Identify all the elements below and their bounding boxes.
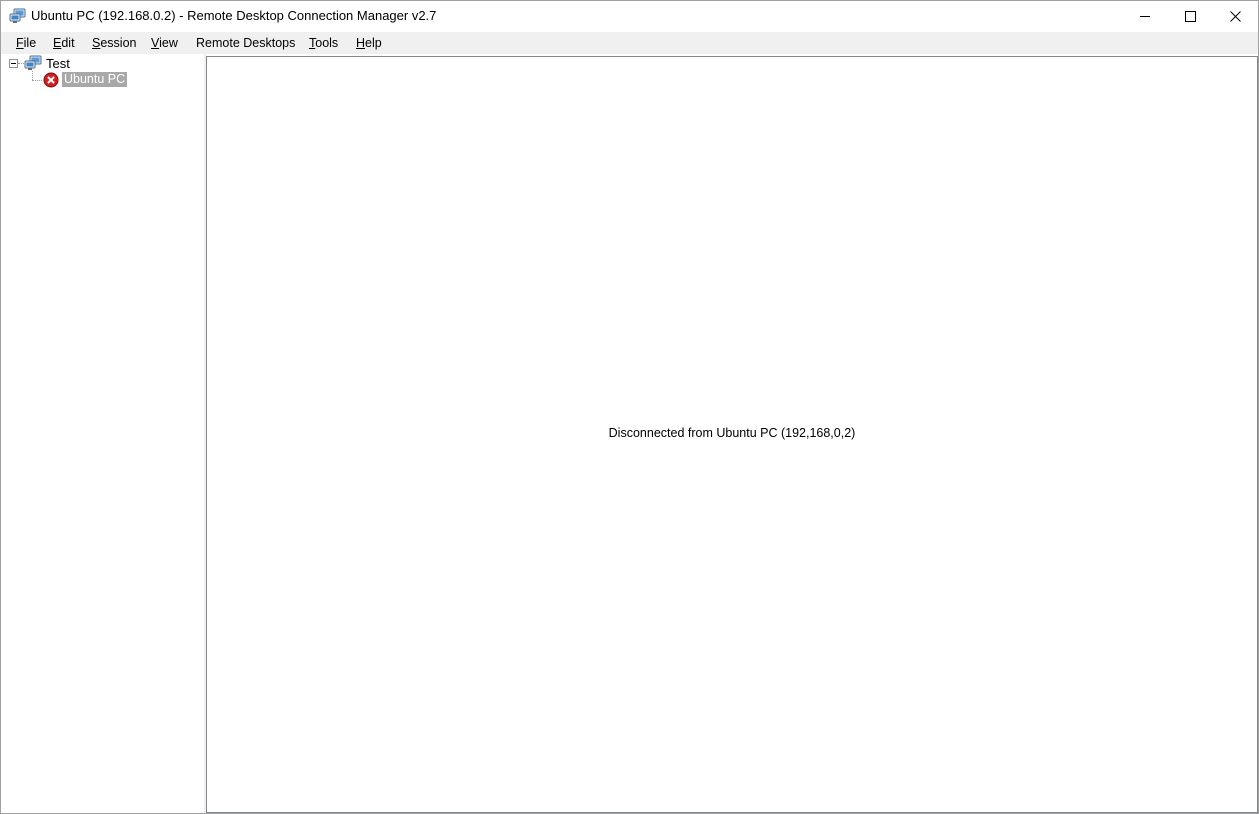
session-panel[interactable]: Disconnected from Ubuntu PC (192,168,0,2… [206,56,1258,813]
menu-file[interactable]: File [16,36,36,51]
menu-tools[interactable]: Tools [309,36,338,51]
minimize-button[interactable] [1122,1,1168,32]
rdcman-icon [9,8,26,23]
tree-connector-child [32,80,42,81]
title-bar[interactable]: Ubuntu PC (192.168.0.2) - Remote Desktop… [1,1,1258,32]
menu-help-accel: H [356,36,366,50]
menu-remote-desktops[interactable]: Remote Desktops [196,36,295,51]
tree-connector-vertical [32,71,33,80]
window-title: Ubuntu PC (192.168.0.2) - Remote Desktop… [31,8,437,23]
disconnected-error-icon[interactable] [43,72,59,88]
disconnected-status-message: Disconnected from Ubuntu PC (192,168,0,2… [608,426,856,440]
close-button[interactable] [1212,1,1258,32]
menu-bar: File Edit Session View Remote Desktops T… [1,32,1258,54]
server-tree[interactable] [1,54,204,813]
tree-group-test[interactable]: Test [46,56,70,71]
server-group-icon[interactable] [24,55,42,71]
menu-remote-desktops-label: Remote Desktops [196,36,296,50]
menu-view-accel: V [151,36,160,50]
menu-help-label: elp [365,36,382,50]
tree-server-ubuntu-pc[interactable]: Ubuntu PC [62,72,128,87]
menu-session[interactable]: Session [92,36,136,51]
menu-view-label: iew [159,36,178,50]
menu-session-label: ession [100,36,137,50]
collapse-toggle-icon[interactable] [9,59,18,68]
maximize-button[interactable] [1167,1,1213,32]
menu-file-label: ile [23,36,37,50]
app-window: Ubuntu PC (192.168.0.2) - Remote Desktop… [0,0,1259,814]
maximize-icon [1185,11,1196,22]
menu-edit-label: dit [61,36,75,50]
minimize-icon [1140,16,1150,17]
menu-view[interactable]: View [151,36,178,51]
menu-tools-label: ools [315,36,339,50]
menu-file-accel: F [16,36,24,50]
menu-edit[interactable]: Edit [53,36,75,51]
close-icon [1230,11,1241,22]
menu-help[interactable]: Help [356,36,382,51]
